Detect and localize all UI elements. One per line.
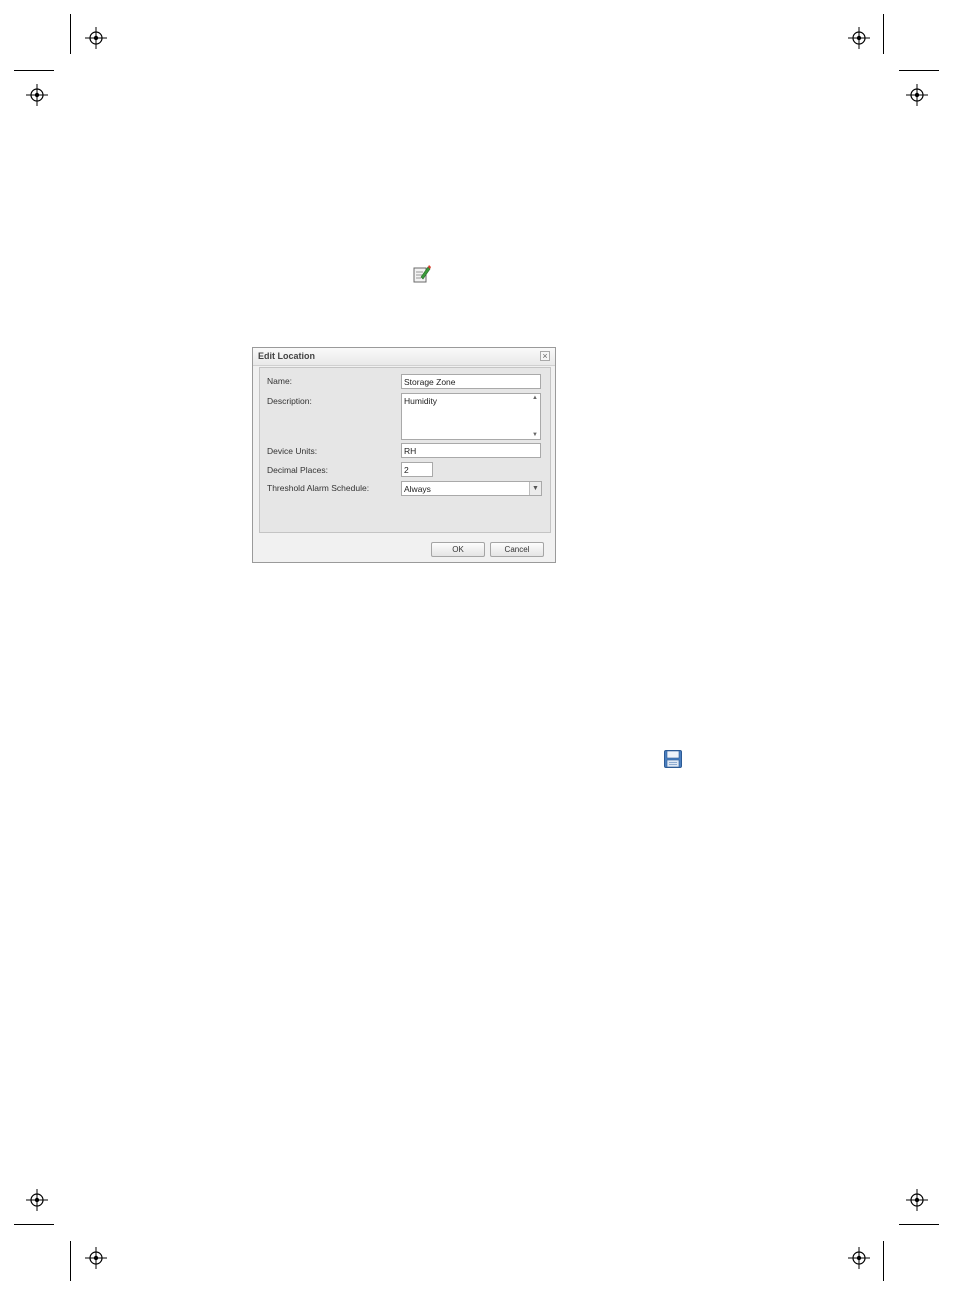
chevron-down-icon[interactable]: ▼ — [529, 482, 541, 495]
registration-mark-icon — [906, 84, 928, 106]
crop-mark — [14, 70, 54, 71]
device-units-label: Device Units: — [267, 446, 318, 456]
device-units-input[interactable]: RH — [401, 443, 541, 458]
dialog-title: Edit Location — [258, 351, 315, 361]
crop-mark — [883, 1241, 884, 1281]
crop-mark — [883, 14, 884, 54]
crop-mark — [14, 1224, 54, 1225]
registration-mark-icon — [85, 1247, 107, 1269]
edit-pencil-icon — [413, 265, 431, 283]
registration-mark-icon — [848, 1247, 870, 1269]
dialog-form: Name: Storage Zone Description: Humidity… — [259, 367, 551, 533]
device-units-value: RH — [404, 446, 417, 456]
registration-mark-icon — [906, 1189, 928, 1211]
save-floppy-icon — [664, 750, 682, 768]
scroll-up-icon[interactable]: ▲ — [531, 395, 539, 401]
crop-mark — [899, 70, 939, 71]
description-label: Description: — [267, 396, 312, 406]
name-label: Name: — [267, 376, 293, 386]
threshold-alarm-schedule-label: Threshold Alarm Schedule: — [267, 483, 370, 493]
edit-location-dialog: Edit Location × Name: Storage Zone Descr… — [252, 347, 556, 563]
registration-mark-icon — [848, 27, 870, 49]
registration-mark-icon — [85, 27, 107, 49]
crop-mark — [70, 14, 71, 54]
cancel-button[interactable]: Cancel — [490, 542, 544, 557]
dialog-title-bar[interactable]: Edit Location × — [253, 348, 555, 366]
decimal-places-input[interactable]: 2 — [401, 462, 433, 477]
ok-button-label: OK — [452, 545, 464, 554]
threshold-alarm-schedule-select[interactable]: Always ▼ — [401, 481, 542, 496]
close-button[interactable]: × — [540, 351, 550, 361]
ok-button[interactable]: OK — [431, 542, 485, 557]
name-value: Storage Zone — [404, 377, 456, 387]
decimal-places-label: Decimal Places: — [267, 465, 328, 475]
description-value: Humidity — [404, 396, 438, 406]
registration-mark-icon — [26, 84, 48, 106]
crop-mark — [70, 1241, 71, 1281]
description-textarea[interactable]: Humidity ▲ ▼ — [401, 393, 541, 440]
scroll-down-icon[interactable]: ▼ — [531, 432, 539, 438]
decimal-places-value: 2 — [404, 465, 409, 475]
registration-mark-icon — [26, 1189, 48, 1211]
name-input[interactable]: Storage Zone — [401, 374, 541, 389]
cancel-button-label: Cancel — [504, 545, 530, 554]
close-icon: × — [542, 351, 548, 361]
crop-mark — [899, 1224, 939, 1225]
threshold-alarm-schedule-value: Always — [404, 484, 431, 494]
